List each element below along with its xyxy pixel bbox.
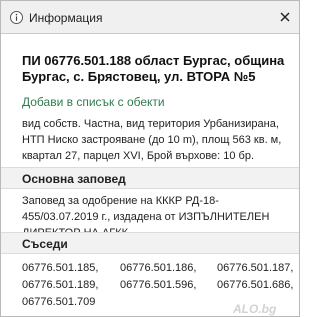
close-icon[interactable] (277, 9, 293, 25)
neighbors-section-title: Съседи (22, 237, 68, 251)
order-section-header: Основна заповед (1, 167, 299, 189)
neighbor-item[interactable]: 06776.501.596, (120, 277, 196, 294)
add-to-list-link[interactable]: Добави в списък с обекти (22, 95, 165, 109)
dialog-title: Информация (29, 11, 103, 25)
svg-text:ALO.bg: ALO.bg (232, 302, 277, 316)
neighbor-item[interactable]: 06776.501.686, (217, 277, 293, 294)
neighbor-item[interactable]: 06776.501.709 (22, 294, 95, 311)
neighbors-section-header: Съседи (1, 232, 299, 254)
neighbor-item[interactable]: 06776.501.189, (22, 277, 98, 294)
order-section-title: Основна заповед (22, 172, 126, 186)
property-description: вид собств. Частна, вид територия Урбани… (22, 118, 282, 162)
neighbor-item[interactable]: 06776.501.186, (120, 260, 196, 277)
property-address: ПИ 06776.501.188 област Бургас, община Б… (22, 53, 285, 84)
neighbor-item[interactable]: 06776.501.187, (217, 260, 293, 277)
info-icon (10, 11, 23, 24)
dialog-titlebar: Информация (1, 1, 299, 34)
neighbor-item[interactable]: 06776.501.185, (22, 260, 98, 277)
info-dialog: Информация ПИ 06776.501.188 област Бурга… (0, 0, 300, 317)
alo-watermark-logo: ALO.bg (232, 302, 277, 316)
